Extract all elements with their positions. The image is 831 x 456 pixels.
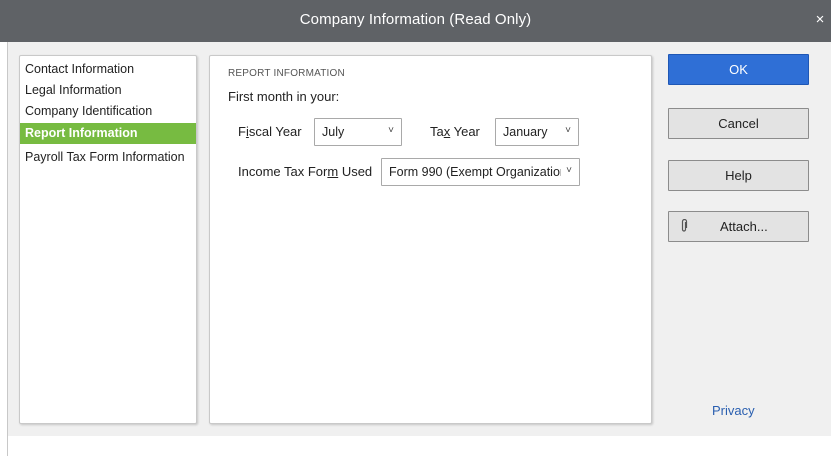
chevron-down-icon: ˅ bbox=[388, 125, 394, 136]
cancel-button[interactable]: Cancel bbox=[668, 108, 809, 139]
first-month-label: First month in your: bbox=[228, 89, 340, 104]
income-tax-form-label-accesskey: m bbox=[327, 164, 339, 179]
section-heading: REPORT INFORMATION bbox=[228, 68, 345, 79]
ok-button[interactable]: OK bbox=[668, 54, 809, 85]
income-tax-form-label: Income Tax Form Used bbox=[238, 164, 372, 179]
dialog-bottom-strip bbox=[8, 436, 831, 456]
nav-item-legal-information[interactable]: Legal Information bbox=[20, 80, 196, 101]
chevron-down-icon: ˅ bbox=[565, 125, 571, 136]
fiscal-year-label: Fiscal Year bbox=[238, 124, 302, 139]
tax-year-value: January bbox=[503, 125, 548, 139]
paperclip-icon bbox=[681, 219, 688, 232]
tax-year-label-text: Year bbox=[450, 124, 480, 139]
income-tax-form-label-text: Income Tax For bbox=[238, 164, 328, 179]
privacy-link[interactable]: Privacy bbox=[712, 403, 755, 418]
report-information-panel: REPORT INFORMATION First month in your: … bbox=[209, 55, 652, 424]
section-nav: Contact Information Legal Information Co… bbox=[19, 55, 197, 424]
chevron-down-icon: ˅ bbox=[566, 165, 572, 176]
attach-button[interactable]: Attach... bbox=[668, 211, 809, 242]
fiscal-year-label-text: scal Year bbox=[248, 124, 302, 139]
fiscal-year-value: July bbox=[322, 125, 345, 139]
nav-item-report-information[interactable]: Report Information bbox=[20, 123, 196, 144]
nav-item-company-identification[interactable]: Company Identification bbox=[20, 101, 196, 122]
help-button[interactable]: Help bbox=[668, 160, 809, 191]
window-left-border bbox=[0, 42, 8, 456]
close-icon[interactable]: × bbox=[812, 11, 828, 29]
tax-year-label-text: Ta bbox=[430, 124, 444, 139]
income-tax-form-label-text: Used bbox=[338, 164, 373, 179]
nav-item-contact-information[interactable]: Contact Information bbox=[20, 59, 196, 80]
fiscal-year-select[interactable]: July ˅ bbox=[314, 118, 402, 146]
attach-label: Attach... bbox=[720, 219, 768, 234]
income-tax-form-select[interactable]: Form 990 (Exempt Organization) ˅ bbox=[381, 158, 580, 186]
income-tax-form-value: Form 990 (Exempt Organization) bbox=[389, 165, 561, 179]
fiscal-year-label-text: F bbox=[238, 124, 246, 139]
tax-year-label: Tax Year bbox=[430, 124, 480, 139]
tax-year-select[interactable]: January ˅ bbox=[495, 118, 579, 146]
nav-item-payroll-tax-form-information[interactable]: Payroll Tax Form Information bbox=[20, 147, 196, 168]
title-bar: Company Information (Read Only) × bbox=[0, 0, 831, 42]
window-title: Company Information (Read Only) bbox=[299, 11, 532, 28]
